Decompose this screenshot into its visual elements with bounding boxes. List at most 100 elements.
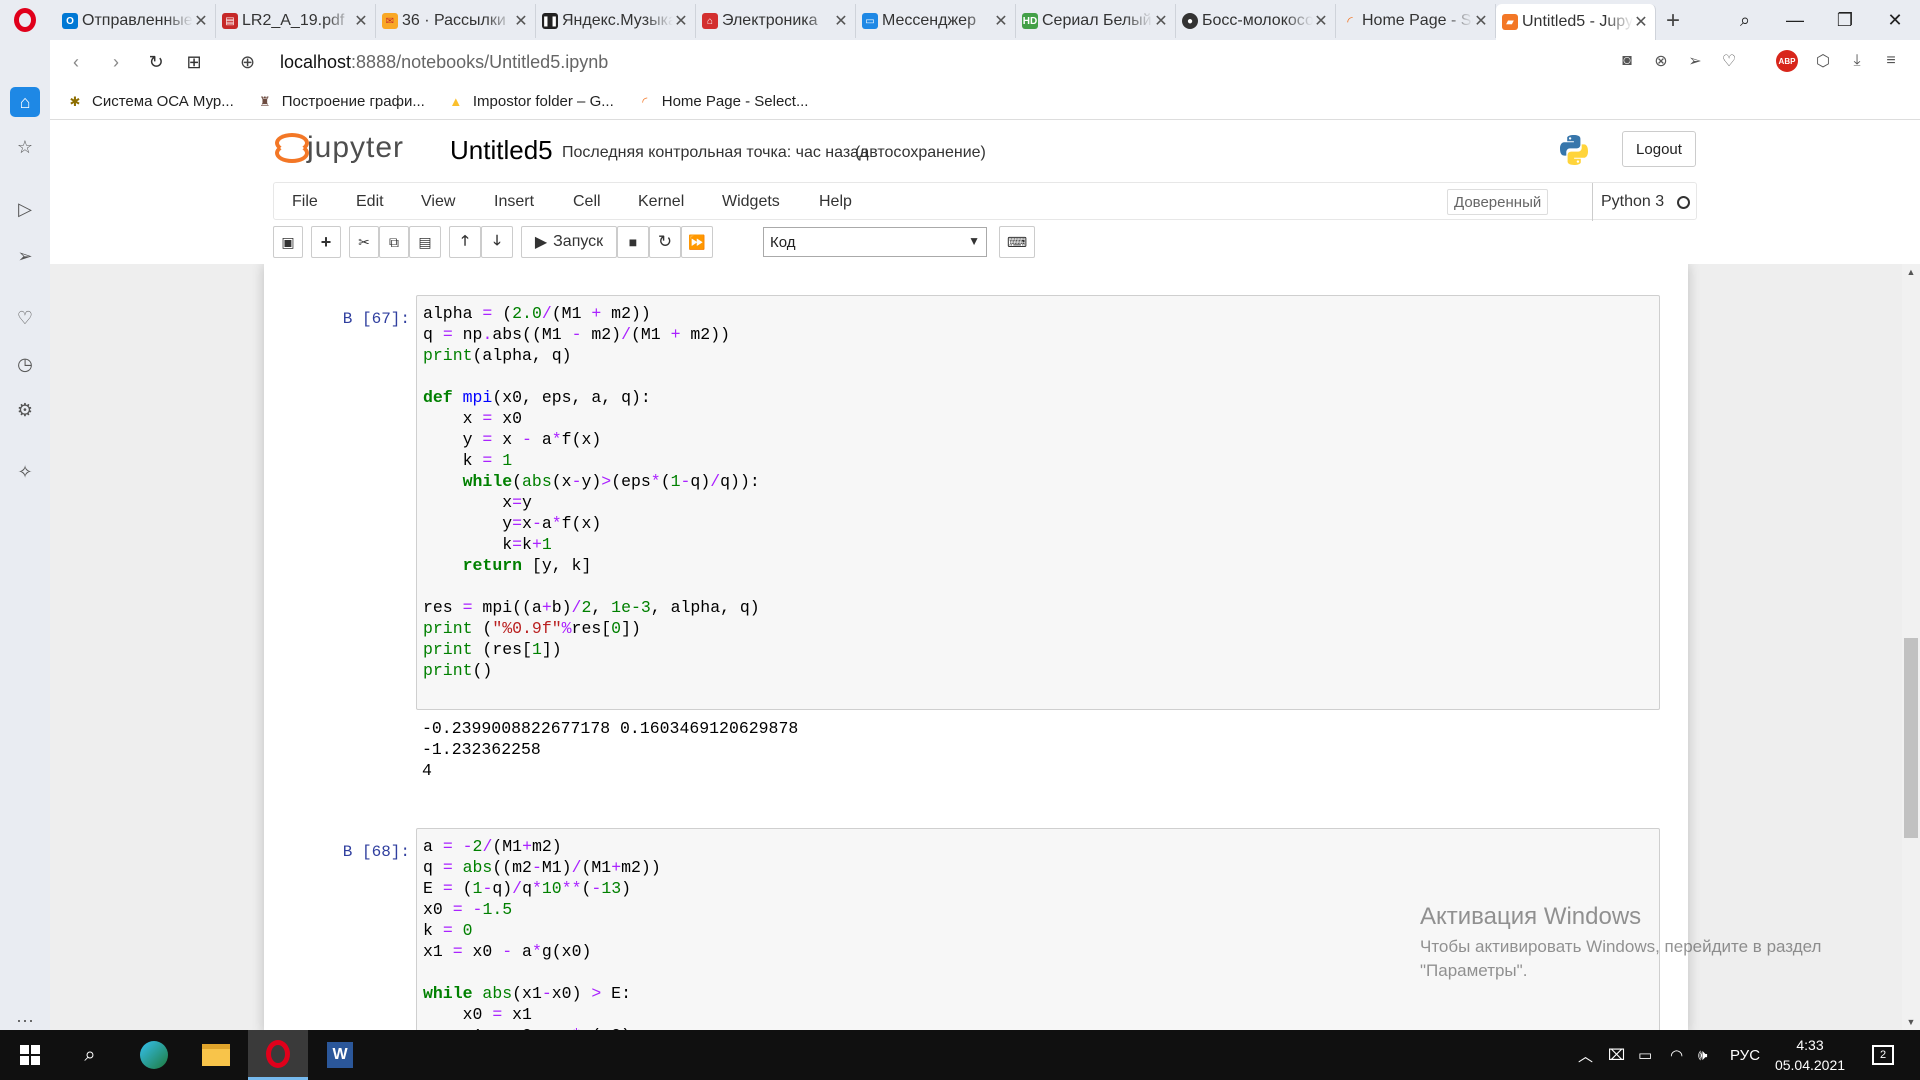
word-taskbar-button[interactable]: W <box>310 1030 370 1080</box>
paste-button[interactable]: ▤ <box>409 226 441 258</box>
command-palette-button[interactable]: ⌨ <box>999 226 1035 258</box>
wifi-icon[interactable]: ◠ <box>1670 1030 1683 1080</box>
restore-icon[interactable]: ❐ <box>1820 0 1870 40</box>
character-icon: ● <box>1182 13 1198 29</box>
camera-icon[interactable]: ◙ <box>1618 50 1636 72</box>
menu-cell[interactable]: Cell <box>573 183 601 221</box>
close-tab-icon[interactable]: ✕ <box>1313 11 1329 31</box>
insert-cell-button[interactable]: + <box>311 226 341 258</box>
save-button[interactable]: ▣ <box>273 226 303 258</box>
bookmark-item[interactable]: ✱ Система ОСА Мур... <box>66 93 234 111</box>
menu-view[interactable]: View <box>421 183 455 221</box>
cube-icon[interactable]: ⬡ <box>1814 50 1832 72</box>
close-window-icon[interactable]: ✕ <box>1870 0 1920 40</box>
new-tab-button[interactable]: + <box>1656 4 1690 38</box>
browser-tab[interactable]: ❚❚ Яндекс.Музыка ✕ <box>536 4 696 38</box>
menu-icon[interactable]: ≡ <box>1882 50 1900 72</box>
close-tab-icon[interactable]: ✕ <box>673 11 689 31</box>
close-tab-icon[interactable]: ✕ <box>833 11 849 31</box>
volume-icon[interactable]: 🕪 <box>1698 1030 1707 1080</box>
menu-file[interactable]: File <box>292 183 318 221</box>
bookmark-item[interactable]: ◜ Home Page - Select... <box>636 93 808 111</box>
menu-widgets[interactable]: Widgets <box>722 183 780 221</box>
edge-taskbar-button[interactable] <box>124 1030 184 1080</box>
close-tab-icon[interactable]: ✕ <box>1473 11 1489 31</box>
back-icon[interactable]: ‹ <box>56 40 96 84</box>
tiles-icon[interactable]: ⊞ <box>174 40 214 84</box>
send-page-icon[interactable]: ➢ <box>1686 50 1704 72</box>
restart-run-all-button[interactable]: ⏩ <box>681 226 713 258</box>
logout-button[interactable]: Logout <box>1622 131 1696 167</box>
menu-edit[interactable]: Edit <box>356 183 384 221</box>
history-icon[interactable]: ◷ <box>10 349 40 379</box>
notebook-title[interactable]: Untitled5 <box>450 135 553 166</box>
browser-tab[interactable]: ✉ 36 · Рассылки ✕ <box>376 4 536 38</box>
close-tab-icon[interactable]: ✕ <box>1633 12 1649 32</box>
search-tabs-icon[interactable]: ⌕ <box>1720 0 1770 40</box>
browser-tab[interactable]: HD Сериал Белый ✕ <box>1016 4 1176 38</box>
cell-type-select[interactable]: Код ▼ <box>763 227 987 257</box>
address-actions: ◙ ⊗ ➢ ♡ ABP ⬡ ⤓ ≡ <box>1618 50 1900 72</box>
show-hidden-icons[interactable]: ︿ <box>1578 1030 1593 1080</box>
close-tab-icon[interactable]: ✕ <box>513 11 529 31</box>
cut-button[interactable]: ✂ <box>349 226 379 258</box>
minimize-icon[interactable]: — <box>1770 0 1820 40</box>
move-down-button[interactable]: 🡓 <box>481 226 513 258</box>
interrupt-button[interactable]: ■ <box>617 226 649 258</box>
jupyter-logo[interactable]: jupyter <box>275 131 404 165</box>
opera-menu-button[interactable] <box>0 0 50 40</box>
browser-tab[interactable]: ▤ LR2_A_19.pdf ✕ <box>216 4 376 38</box>
close-tab-icon[interactable]: ✕ <box>193 11 209 31</box>
scroll-down-icon[interactable]: ▼ <box>1902 1014 1920 1030</box>
player-icon[interactable]: ▷ <box>10 194 40 224</box>
opera-taskbar-button[interactable] <box>248 1030 308 1080</box>
input-language[interactable]: РУС <box>1730 1030 1760 1080</box>
lightbulb-icon[interactable]: ✧ <box>10 457 40 487</box>
clock[interactable]: 4:33 05.04.2021 <box>1770 1035 1850 1075</box>
download-icon[interactable]: ⤓ <box>1848 50 1866 72</box>
search-button[interactable]: ⌕ <box>60 1030 120 1080</box>
notifications-button[interactable]: 2 <box>1872 1030 1894 1080</box>
bookmark-item[interactable]: ♜ Построение графи... <box>256 93 425 111</box>
battery-icon[interactable]: ▭ <box>1638 1030 1652 1080</box>
trusted-badge[interactable]: Доверенный <box>1447 189 1549 215</box>
scrollbar-thumb[interactable] <box>1904 638 1918 838</box>
close-tab-icon[interactable]: ✕ <box>993 11 1009 31</box>
page-scrollbar[interactable]: ▲ ▼ <box>1902 264 1920 1030</box>
stop-icon: ■ <box>628 234 638 250</box>
start-button[interactable] <box>0 1030 60 1080</box>
menu-kernel[interactable]: Kernel <box>638 183 684 221</box>
close-tab-icon[interactable]: ✕ <box>353 11 369 31</box>
browser-tab[interactable]: ● Босс-молокосос ✕ <box>1176 4 1336 38</box>
reload-icon[interactable]: ↻ <box>136 40 176 84</box>
home-icon[interactable]: ⌂ <box>10 87 40 117</box>
close-tab-icon[interactable]: ✕ <box>1153 11 1169 31</box>
run-button[interactable]: ▶ Запуск <box>521 226 617 258</box>
browser-tab[interactable]: ◜Home Page - Select✕ <box>1336 4 1496 38</box>
adblock-icon[interactable]: ABP <box>1776 50 1798 72</box>
code-editor[interactable]: alpha = (2.0/(M1 + m2)) q = np.abs((M1 -… <box>417 296 1659 688</box>
browser-tab[interactable]: ▭ Мессенджер ✕ <box>856 4 1016 38</box>
star-icon[interactable]: ☆ <box>10 132 40 162</box>
bookmark-item[interactable]: ▲ Impostor folder – G... <box>447 93 613 111</box>
meet-now-icon[interactable]: ⌧ <box>1608 1030 1625 1080</box>
code-cell-input[interactable]: alpha = (2.0/(M1 + m2)) q = np.abs((M1 -… <box>416 295 1660 710</box>
explorer-taskbar-button[interactable] <box>186 1030 246 1080</box>
scroll-up-icon[interactable]: ▲ <box>1902 264 1920 280</box>
activation-watermark-text: Чтобы активировать Windows, перейдите в … <box>1420 937 1822 956</box>
menu-help[interactable]: Help <box>819 183 852 221</box>
move-up-button[interactable]: 🡑 <box>449 226 481 258</box>
copy-button[interactable]: ⧉ <box>379 226 409 258</box>
browser-tab[interactable]: O Отправленные ✕ <box>56 4 216 38</box>
send-icon[interactable]: ➢ <box>10 241 40 271</box>
url-field[interactable]: localhost:8888/notebooks/Untitled5.ipynb <box>280 52 608 73</box>
heart-icon[interactable]: ♡ <box>1720 50 1738 72</box>
heart-icon[interactable]: ♡ <box>10 303 40 333</box>
forward-icon[interactable]: › <box>96 40 136 84</box>
restart-button[interactable]: ↻ <box>649 226 681 258</box>
settings-icon[interactable]: ⚙ <box>10 395 40 425</box>
browser-tab-active[interactable]: ▰Untitled5 - Jupyter✕ <box>1496 4 1656 40</box>
block-icon[interactable]: ⊗ <box>1652 50 1670 72</box>
browser-tab[interactable]: ⌂ Электроника ✕ <box>696 4 856 38</box>
menu-insert[interactable]: Insert <box>494 183 534 221</box>
